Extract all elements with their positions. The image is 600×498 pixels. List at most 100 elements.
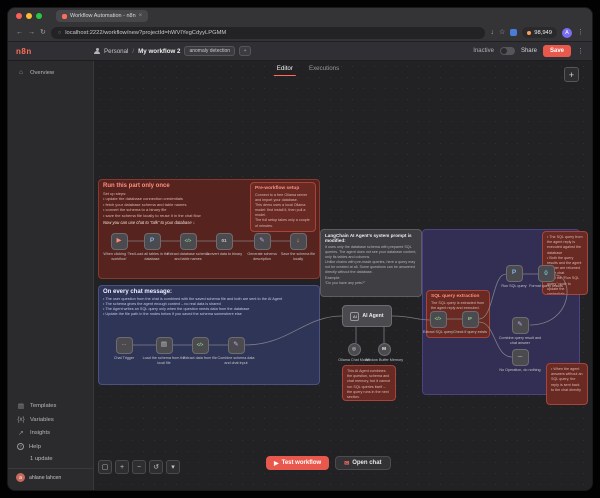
sticky-body: • The user question from the chat is com… xyxy=(103,297,315,318)
reload-icon[interactable]: ↻ xyxy=(40,29,46,36)
workflow-node[interactable]: P xyxy=(506,265,523,282)
sidebar: ⌂ Overview ▤ Templates {x} Variables ↗ I… xyxy=(8,61,94,490)
back-icon[interactable]: ← xyxy=(16,29,23,36)
workflow-node[interactable]: ↓ xyxy=(290,233,307,250)
sidebar-item-variables[interactable]: {x} Variables xyxy=(8,413,93,426)
browser-profile-avatar[interactable]: A xyxy=(562,28,572,38)
forward-icon[interactable]: → xyxy=(28,29,35,36)
sticky-body: It uses only the database schema with pr… xyxy=(325,245,417,286)
workflow-tag[interactable]: anomaly detection xyxy=(184,46,235,56)
bookmark-star-icon[interactable]: ☆ xyxy=(499,29,505,36)
header-actions: Inactive Share Save ⋮ xyxy=(473,45,584,57)
more-options-button[interactable]: ▾ xyxy=(166,460,180,474)
workflow-canvas[interactable]: Editor Executions + Run this part only o… xyxy=(94,61,592,490)
minimize-window-button[interactable] xyxy=(26,13,32,19)
canvas-controls: ▢ + − ↺ ▾ xyxy=(98,460,180,474)
node-ai-agent[interactable]: AI AI Agent xyxy=(342,305,392,327)
insights-icon: ↗ xyxy=(17,429,25,437)
address-input[interactable]: ○ localhost:2222/workflow/new?projectId=… xyxy=(51,27,486,39)
sticky-title: Pre-workflow setup xyxy=(255,186,311,191)
workflow-node[interactable]: 01 xyxy=(216,233,233,250)
memory-icon: M xyxy=(382,347,386,352)
browser-titlebar: Workflow Automation - n8n × xyxy=(8,8,592,24)
chat-bubble-icon: ··· xyxy=(122,343,127,348)
activation-toggle[interactable] xyxy=(500,47,515,55)
save-button[interactable]: Save xyxy=(543,45,571,57)
breadcrumb-separator: / xyxy=(132,48,134,55)
sticky-pre-setup[interactable]: Pre-workflow setup Connect to a free Oll… xyxy=(250,182,316,232)
code-icon: </> xyxy=(197,343,204,348)
test-workflow-button[interactable]: ▶ Test workflow xyxy=(266,456,329,470)
sidebar-user[interactable]: a ahlane lahcen xyxy=(8,468,93,486)
sidebar-item-insights[interactable]: ↗ Insights xyxy=(8,426,93,440)
workflow-node[interactable]: {} xyxy=(538,265,555,282)
workflow-node[interactable]: IF xyxy=(462,311,479,328)
zoom-out-button[interactable]: − xyxy=(132,460,146,474)
workflow-node[interactable]: ✎ xyxy=(254,233,271,250)
workflow-node[interactable]: ··· xyxy=(116,337,133,354)
sidebar-item-label: Overview xyxy=(30,70,54,76)
sidebar-item-help[interactable]: ? Help xyxy=(8,440,93,453)
close-tab-icon[interactable]: × xyxy=(139,13,143,19)
play-icon: ▶ xyxy=(274,460,279,467)
breadcrumb-project[interactable]: Personal xyxy=(104,48,128,55)
node-label: Window Buffer Memory xyxy=(365,358,403,363)
zoom-in-button[interactable]: + xyxy=(115,460,129,474)
robot-icon: AI xyxy=(350,312,359,321)
share-button[interactable]: Share xyxy=(521,48,537,54)
sidebar-item-label: Variables xyxy=(30,417,54,423)
site-security-icon: ○ xyxy=(58,30,61,36)
workflow-node[interactable]: — xyxy=(512,349,529,366)
workflow-node[interactable]: </> xyxy=(430,311,447,328)
sticky-every-chat[interactable]: On every chat message: • The user questi… xyxy=(98,285,320,385)
sidebar-item-label: Help xyxy=(29,444,41,450)
open-chat-button[interactable]: ✉ Open chat xyxy=(335,456,390,470)
sidebar-item-overview[interactable]: ⌂ Overview xyxy=(8,66,93,79)
browser-menu-icon[interactable]: ⋮ xyxy=(577,29,584,36)
person-icon xyxy=(94,48,100,54)
counter-value: 98,949 xyxy=(534,30,552,36)
workflow-node[interactable]: ▶ xyxy=(111,233,128,250)
tab-executions[interactable]: Executions xyxy=(306,63,342,76)
reset-zoom-button[interactable]: ↺ xyxy=(149,460,163,474)
node-save-file: ↓ Save the schema file locally xyxy=(276,233,320,261)
templates-icon: ▤ xyxy=(17,402,25,410)
workflow-node[interactable]: </> xyxy=(180,233,197,250)
sidebar-item-templates[interactable]: ▤ Templates xyxy=(8,399,93,413)
downloads-icon[interactable]: ↓ xyxy=(490,29,494,36)
sticky-agent-warning[interactable]: This AI Agent combines the question, sch… xyxy=(342,365,396,401)
workflow-name[interactable]: My workflow 2 xyxy=(138,48,180,55)
workflow-node[interactable]: ◎ xyxy=(348,343,361,356)
add-tag-button[interactable]: + xyxy=(239,46,251,56)
workflow-node[interactable]: ✎ xyxy=(512,317,529,334)
sticky-no-query-info[interactable]: • When the agent answers without an SQL … xyxy=(546,363,588,405)
code-icon: </> xyxy=(185,239,192,244)
node-label: Run SQL query xyxy=(501,284,526,289)
n8n-logo[interactable]: n8n xyxy=(16,47,94,56)
extension-icon[interactable] xyxy=(510,29,517,36)
sticky-title: LangChain AI Agent’s system prompt is mo… xyxy=(325,233,417,243)
workflow-node[interactable]: M xyxy=(378,343,391,356)
node-label: Format query results xyxy=(529,284,563,289)
close-window-button[interactable] xyxy=(16,13,22,19)
counter-badge[interactable]: 98,949 xyxy=(522,27,557,38)
workflow-node[interactable]: </> xyxy=(192,337,209,354)
add-node-button[interactable]: + xyxy=(564,67,579,82)
node-label: AI Agent xyxy=(362,313,383,319)
fit-view-button[interactable]: ▢ xyxy=(98,460,112,474)
node-buffer-memory: M Window Buffer Memory xyxy=(362,343,406,363)
node-label: Convert data to binary xyxy=(206,252,242,257)
tab-editor[interactable]: Editor xyxy=(274,63,296,76)
activation-status-label: Inactive xyxy=(473,48,494,54)
browser-tab[interactable]: Workflow Automation - n8n × xyxy=(56,10,148,22)
sticky-agent-note[interactable]: LangChain AI Agent’s system prompt is mo… xyxy=(320,229,422,297)
workflow-menu-icon[interactable]: ⋮ xyxy=(577,47,584,55)
workflow-node[interactable]: P xyxy=(144,233,161,250)
node-label: Save the schema file locally xyxy=(276,252,320,261)
sticky-title: SQL query extraction xyxy=(431,294,485,299)
workflow-node[interactable]: ▤ xyxy=(156,337,173,354)
workflow-node[interactable]: ✎ xyxy=(228,337,245,354)
sidebar-item-updates[interactable]: 1 update xyxy=(8,453,93,465)
node-combine-answer: ✎ Combine query result and chat answer xyxy=(498,317,542,345)
zoom-window-button[interactable] xyxy=(36,13,42,19)
